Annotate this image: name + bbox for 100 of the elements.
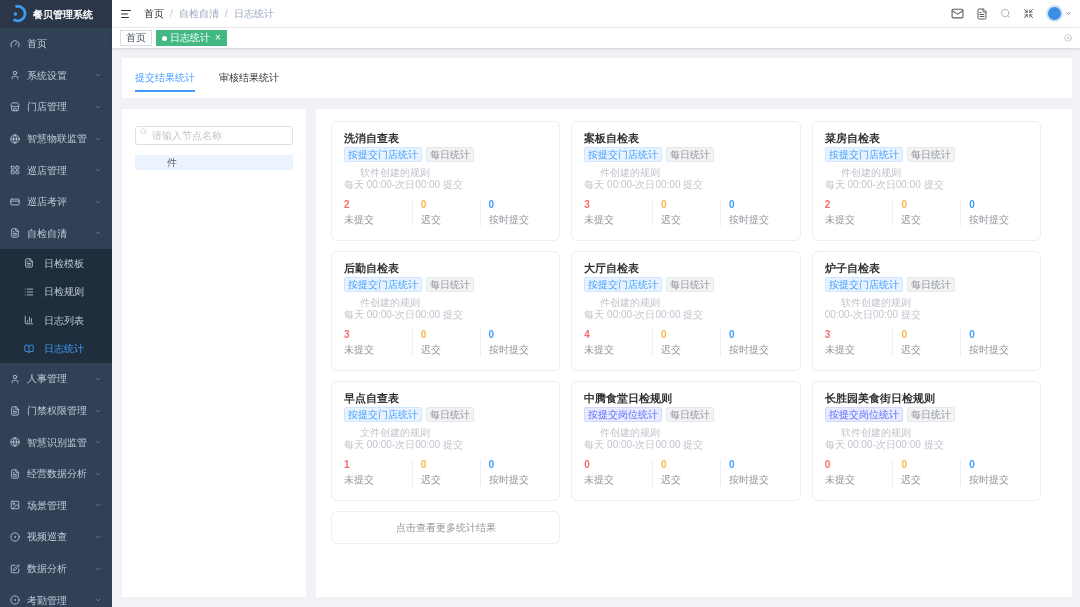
stat-label: 迟交 [901,474,922,486]
sidebar-item[interactable]: 视频巡查 [0,521,112,553]
open-tab[interactable]: 首页 [120,30,152,46]
sidebar-item[interactable]: 数据分析 [0,552,112,585]
sidebar-item[interactable]: 巡店管理 [0,154,112,186]
stat-label: 未提交 [344,474,374,486]
stat-value: 3 [584,199,590,211]
sidebar-item[interactable]: 自检自清 [0,217,112,250]
sidebar-item[interactable]: 场景管理 [0,489,112,522]
document-icon[interactable] [976,7,988,20]
tag: 每日统计 [666,277,715,292]
stat-value: 1 [344,459,350,471]
card-title: 长胜园美食街日检规则 [824,391,936,405]
tag: 每日统计 [666,407,715,422]
ring-icon [10,531,20,542]
edit-icon [10,563,20,574]
stat-value: 0 [969,459,975,471]
stat-label: 未提交 [344,214,374,226]
stat-value: 4 [584,329,590,341]
stat-label: 按时提交 [969,474,1010,486]
tag: 按提交岗位统计 [584,407,663,422]
globe-icon [10,437,20,448]
tag: 每日统计 [666,147,715,162]
caret-icon[interactable] [1065,10,1072,17]
stat-label: 迟交 [420,214,441,226]
card-title: 炉子自检表 [824,261,881,275]
tag: 按提交门店统计 [824,147,903,162]
tag: 按提交门店统计 [344,147,422,162]
tag: 每日统计 [426,277,474,292]
sidebar-item[interactable]: 巡店考评 [0,185,112,218]
mail-icon[interactable] [951,7,964,20]
stat-label: 按时提交 [728,474,769,486]
stat-value: 2 [824,199,831,211]
submenu-item[interactable]: 日志统计 [0,334,112,364]
grid-icon [10,165,20,176]
breadcrumb-separator: / [170,7,173,21]
stat-label: 迟交 [661,344,682,356]
submenu-item[interactable]: 日检模板 [0,249,112,278]
stat-value: 0 [969,329,975,341]
sidebar-item[interactable]: 经营数据分析 [0,457,112,490]
tag: 每日统计 [906,147,955,162]
stat-value: 0 [488,199,495,211]
card-title: 菜房自检表 [824,131,881,145]
card-title: 洗消自查表 [344,131,400,145]
stat-value: 2 [344,199,350,211]
card-title: 中腾食堂日检规则 [584,391,674,405]
card-title: 案板自检表 [584,131,641,145]
stat-label: 未提交 [824,474,855,486]
tag: 每日统计 [426,407,474,422]
tag: 按提交门店统计 [344,407,422,422]
submenu-item[interactable]: 日检规则 [0,277,112,307]
sidebar-item[interactable]: 智慧识别监管 [0,426,112,458]
submenu-item[interactable]: 日志列表 [0,306,112,335]
stat-label: 按时提交 [488,474,529,486]
document-icon [10,468,20,479]
logo-icon [10,5,28,23]
ring-icon [10,595,20,606]
stat-label: 未提交 [584,474,615,486]
stat-value: 0 [488,329,495,341]
stat-value: 0 [824,459,831,471]
sidebar-item[interactable]: 考勤管理 [0,584,112,607]
image-icon [10,500,20,511]
stat-value: 0 [901,329,907,341]
avatar[interactable] [1046,5,1063,22]
search-icon [140,128,147,135]
stat-label: 迟交 [661,474,682,486]
stat-label: 未提交 [584,214,615,226]
stat-value: 0 [901,459,907,471]
book-icon [24,343,34,354]
shrink-icon[interactable] [1023,8,1034,19]
stat-value: 0 [661,329,667,341]
sidebar-item[interactable]: 门店管理 [0,91,112,123]
card-icon [10,196,20,207]
stat-value: 0 [420,459,427,471]
stat-label: 迟交 [901,214,922,226]
document-icon [10,228,20,239]
sidebar-item[interactable]: 首页 [0,28,112,60]
stat-value: 0 [728,459,735,471]
gauge-icon [10,38,20,49]
sidebar-item[interactable]: 门禁权限管理 [0,394,112,427]
breadcrumb-item[interactable]: 首页 [144,6,164,21]
sidebar-item[interactable]: 智慧物联监管 [0,122,112,155]
tree-node[interactable]: 件 [135,155,293,170]
tag: 按提交门店统计 [344,277,422,292]
card-title: 后勤自检表 [344,261,400,275]
menu-icon[interactable] [120,7,132,20]
stat-label: 未提交 [824,214,855,226]
stat-value: 0 [969,199,975,211]
card-title: 早点自查表 [344,391,400,405]
tab[interactable]: 审核结果统计 [219,64,279,92]
tag: 按提交门店统计 [584,147,663,162]
sidebar-item[interactable]: 系统设置 [0,59,112,92]
tag: 每日统计 [906,277,955,292]
person-icon [10,373,20,384]
sidebar-item[interactable]: 人事管理 [0,363,112,395]
document-icon [10,405,20,416]
person-icon [10,70,20,81]
app-title: 餐贝管理系统 [33,7,93,22]
stat-value: 3 [824,329,831,341]
store-icon [10,102,20,112]
